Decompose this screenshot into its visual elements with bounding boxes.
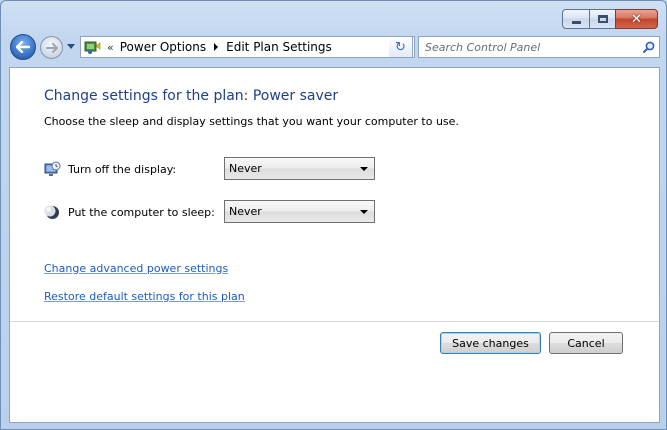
divider bbox=[10, 321, 659, 322]
close-icon: ✕ bbox=[631, 11, 642, 27]
sleep-setting-label: Put the computer to sleep: bbox=[44, 204, 215, 221]
power-options-icon bbox=[84, 41, 101, 54]
recent-pages-dropdown[interactable] bbox=[67, 44, 75, 49]
page-description: Choose the sleep and display settings th… bbox=[44, 115, 459, 128]
display-timeout-select[interactable]: Never bbox=[224, 157, 375, 180]
chevron-down-icon bbox=[360, 166, 368, 171]
sleep-setting-text: Put the computer to sleep: bbox=[68, 206, 215, 219]
advanced-power-settings-link[interactable]: Change advanced power settings bbox=[44, 262, 228, 275]
minimize-button[interactable] bbox=[562, 9, 589, 29]
window-frame: ✕ « Power Options Edit Plan Settings ↻ S… bbox=[0, 0, 667, 430]
content-panel: Change settings for the plan: Power save… bbox=[9, 67, 660, 423]
chevron-down-icon bbox=[360, 209, 368, 214]
sleep-timeout-value: Never bbox=[229, 205, 262, 218]
close-button[interactable]: ✕ bbox=[615, 9, 658, 29]
breadcrumb-power-options[interactable]: Power Options bbox=[120, 40, 206, 54]
minimize-icon bbox=[571, 21, 581, 24]
page-title: Change settings for the plan: Power save… bbox=[44, 88, 339, 104]
maximize-button[interactable] bbox=[589, 9, 615, 29]
navigation-bar: « Power Options Edit Plan Settings ↻ bbox=[9, 33, 660, 61]
search-icon[interactable] bbox=[639, 37, 659, 57]
save-changes-button[interactable]: Save changes bbox=[440, 332, 541, 354]
display-setting-text: Turn off the display: bbox=[68, 163, 177, 176]
caption-buttons: ✕ bbox=[562, 9, 658, 29]
address-overflow-chevron[interactable]: « bbox=[107, 41, 114, 54]
breadcrumb-edit-plan-settings[interactable]: Edit Plan Settings bbox=[226, 40, 332, 54]
refresh-button[interactable]: ↻ bbox=[389, 36, 413, 58]
sleep-timeout-select[interactable]: Never bbox=[224, 200, 375, 223]
cancel-button[interactable]: Cancel bbox=[549, 332, 623, 354]
forward-arrow-icon bbox=[45, 42, 58, 53]
restore-defaults-link[interactable]: Restore default settings for this plan bbox=[44, 290, 245, 303]
refresh-icon: ↻ bbox=[395, 39, 406, 55]
search-box[interactable] bbox=[418, 36, 660, 58]
breadcrumb-separator-icon[interactable] bbox=[214, 43, 219, 51]
address-bar[interactable]: « Power Options Edit Plan Settings bbox=[80, 36, 415, 58]
maximize-icon bbox=[597, 15, 608, 23]
forward-button[interactable] bbox=[40, 36, 63, 59]
moon-icon bbox=[44, 205, 59, 219]
search-input[interactable] bbox=[419, 37, 639, 57]
display-timeout-value: Never bbox=[229, 162, 262, 175]
back-arrow-icon bbox=[16, 41, 30, 53]
display-setting-label: Turn off the display: bbox=[44, 161, 176, 178]
back-button[interactable] bbox=[10, 34, 36, 60]
monitor-icon bbox=[44, 161, 61, 176]
